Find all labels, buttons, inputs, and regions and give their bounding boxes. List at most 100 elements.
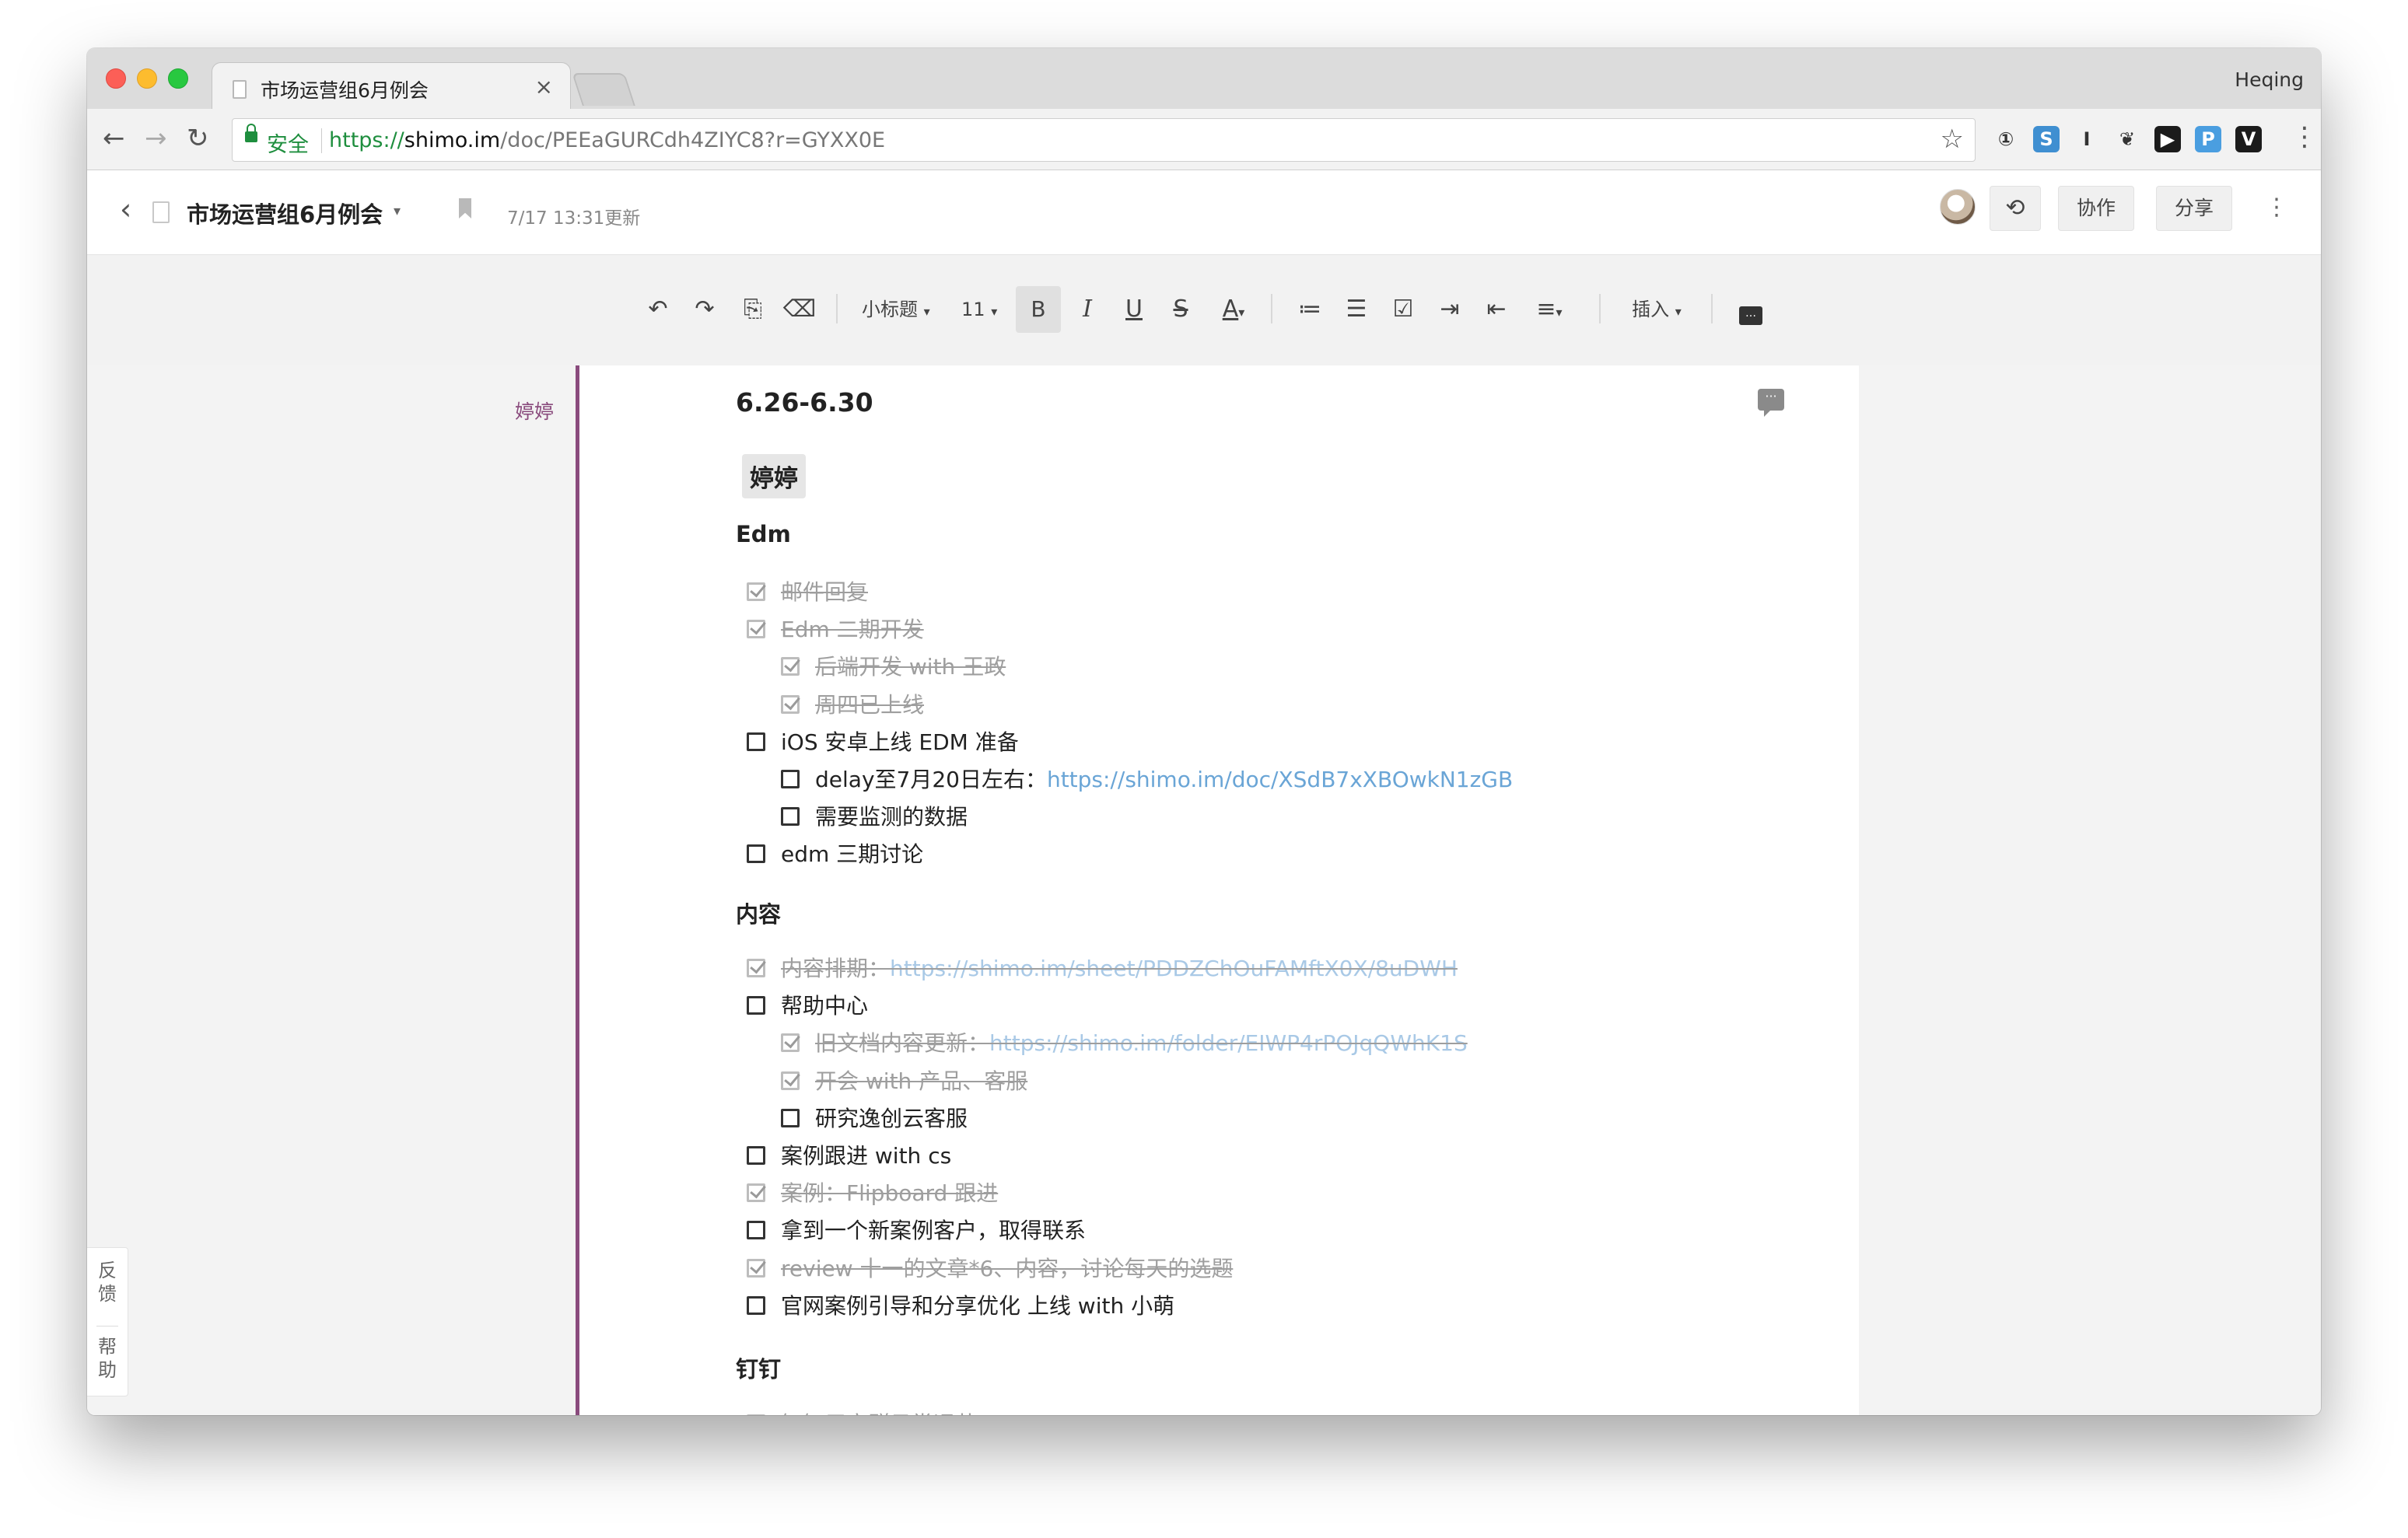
p-ext-icon[interactable]: P	[2195, 126, 2221, 152]
checkbox[interactable]	[747, 1221, 765, 1240]
avatar[interactable]	[1940, 189, 1976, 225]
share-button[interactable]: 分享	[2156, 186, 2232, 231]
bullet-list-icon[interactable]: ☰	[1339, 286, 1374, 333]
more-options-icon[interactable]: ⋮	[2265, 194, 2288, 221]
new-tab-button[interactable]	[572, 73, 635, 106]
history-button[interactable]: ⟲	[1990, 186, 2041, 231]
align-select[interactable]: ≡▾	[1526, 286, 1573, 333]
doc-link[interactable]: https://shimo.im/doc/XSdB7xXBOwkN1zGB	[1047, 767, 1513, 792]
tab-title: 市场运营组6月例会	[261, 79, 429, 102]
bookmark-icon[interactable]	[459, 198, 471, 218]
font-color-select[interactable]: A▾	[1210, 286, 1257, 333]
author-marker: 婷婷	[515, 400, 555, 423]
checkbox[interactable]	[781, 770, 800, 788]
security-label: 安全	[267, 133, 309, 157]
outdent-icon[interactable]: ⇤	[1479, 286, 1514, 333]
underline-button[interactable]: U	[1117, 286, 1151, 333]
item-text: 需要监测的数据	[815, 804, 968, 830]
updated-time: 7/17 13:31更新	[507, 208, 641, 229]
browser-tab[interactable]: 市场运营组6月例会 ×	[212, 62, 571, 110]
comment-icon[interactable]: ···	[1758, 389, 1784, 417]
clear-format-icon[interactable]: ⌫	[782, 286, 817, 333]
checkbox[interactable]	[781, 807, 800, 827]
item-text: 周四已上线	[815, 691, 925, 718]
bold-button[interactable]: B	[1016, 286, 1061, 333]
heading-select[interactable]: 小标题 ▾	[862, 286, 947, 333]
section-title: 钉钉	[736, 1356, 782, 1382]
strikethrough-button[interactable]: S	[1164, 286, 1198, 333]
item-text: edm 三期讨论	[781, 841, 924, 868]
url-field[interactable]: 安全 https://shimo.im/doc/PEEaGURCdh4ZIYC8…	[232, 118, 1976, 162]
checked-checkbox[interactable]	[747, 1258, 765, 1278]
bookmark-star-icon[interactable]: ☆	[1941, 124, 1964, 155]
checked-checkbox[interactable]	[781, 1071, 800, 1090]
comment-icon: …	[1739, 306, 1762, 325]
profile-name[interactable]: Heqing	[2235, 68, 2304, 91]
comment-toolbar-button[interactable]: …	[1731, 286, 1770, 333]
item-text: 案例跟进 with cs	[781, 1143, 952, 1169]
collaborate-button[interactable]: 协作	[2058, 186, 2134, 231]
format-painter-icon[interactable]: ⎘	[736, 286, 770, 333]
item-text: 邮件回复	[781, 579, 869, 605]
window-maximize-button[interactable]	[168, 68, 188, 89]
history-icon: ⟲	[2005, 194, 2025, 222]
font-size-select[interactable]: 11 ▾	[961, 286, 1005, 333]
back-icon[interactable]: ←	[103, 123, 125, 154]
lock-icon	[245, 124, 257, 142]
checked-checkbox[interactable]	[747, 959, 765, 977]
s-ext-icon[interactable]: S	[2033, 126, 2060, 152]
checked-checkbox[interactable]	[747, 620, 765, 639]
checklist-icon[interactable]: ☑	[1386, 286, 1420, 333]
section-title: Edm	[736, 521, 791, 547]
ordered-list-icon[interactable]: ≔	[1293, 286, 1327, 333]
help-link[interactable]: 帮助	[98, 1335, 117, 1382]
doc-title[interactable]: 市场运营组6月例会	[187, 197, 383, 229]
checked-checkbox[interactable]	[781, 1033, 800, 1053]
item-text: 案例：Flipboard 跟进	[781, 1180, 999, 1207]
undo-icon[interactable]: ↶	[641, 286, 675, 333]
checked-checkbox[interactable]	[747, 1183, 765, 1203]
checked-checkbox[interactable]	[781, 694, 800, 714]
italic-button[interactable]: I	[1070, 286, 1104, 333]
1password-icon[interactable]: ①	[1993, 126, 2019, 152]
checkbox[interactable]	[747, 732, 765, 751]
forward-icon[interactable]: →	[145, 123, 167, 154]
doc-header: ‹ 市场运营组6月例会 ▾ 7/17 13:31更新 ⟲ 协作 分享 ⋮	[87, 170, 2321, 255]
checkbox[interactable]	[747, 844, 765, 864]
i-ext-icon[interactable]: I	[2074, 126, 2100, 152]
address-bar: ← → ↻ 安全 https://shimo.im/doc/PEEaGURCdh…	[87, 109, 2321, 170]
vb-ext-icon[interactable]: V	[2235, 126, 2262, 152]
item-text: iOS 安卓上线 EDM 准备	[781, 729, 1019, 755]
feedback-help-tab[interactable]: 反馈 帮助	[87, 1247, 128, 1396]
author-change-bar	[576, 365, 579, 1415]
insert-menu[interactable]: 插入 ▾	[1624, 286, 1689, 333]
reload-icon[interactable]: ↻	[187, 123, 209, 154]
play-ext-icon[interactable]: ▶	[2154, 126, 2181, 152]
doc-link[interactable]: https://shimo.im/folder/EIWP4rPOJqQWhK1S	[989, 1030, 1468, 1056]
title-dropdown-icon[interactable]: ▾	[394, 203, 401, 219]
redo-icon[interactable]: ↷	[688, 286, 722, 333]
back-chevron-icon[interactable]: ‹	[120, 192, 131, 226]
indent-icon[interactable]: ⇥	[1433, 286, 1467, 333]
window-minimize-button[interactable]	[137, 68, 157, 89]
document-page[interactable]: ··· 6.26-6.30 婷婷 Edm 邮件回复 Edm 二期开发 后端开发 wi…	[576, 365, 1859, 1415]
checkbox[interactable]	[747, 1146, 765, 1165]
browser-menu-icon[interactable]: ⋮	[2291, 121, 2318, 152]
window-close-button[interactable]	[106, 68, 126, 89]
checkbox[interactable]	[747, 1295, 765, 1315]
tab-close-icon[interactable]: ×	[535, 74, 553, 100]
checkbox[interactable]	[781, 1108, 800, 1127]
evernote-icon[interactable]: ❦	[2114, 126, 2140, 152]
checked-checkbox[interactable]	[747, 582, 765, 601]
item-text: 内容排期：https://shimo.im/sheet/PDDZChOuFAMf…	[781, 956, 1458, 981]
doc-file-icon	[152, 201, 170, 223]
mention-tag[interactable]: 婷婷	[742, 454, 806, 498]
item-text: 开会 with 产品、客服	[815, 1068, 1028, 1094]
doc-link[interactable]: https://shimo.im/sheet/PDDZChOuFAMftX0X/…	[890, 956, 1458, 981]
feedback-link[interactable]: 反馈	[98, 1259, 117, 1306]
item-text: delay至7月20日左右：https://shimo.im/doc/XSdB7…	[815, 767, 1514, 792]
browser-window: 市场运营组6月例会 × Heqing ← → ↻ 安全 https://shim…	[87, 48, 2321, 1415]
checked-checkbox[interactable]	[781, 657, 800, 676]
checkbox[interactable]	[747, 996, 765, 1015]
checked-checkbox[interactable]	[747, 1414, 765, 1415]
